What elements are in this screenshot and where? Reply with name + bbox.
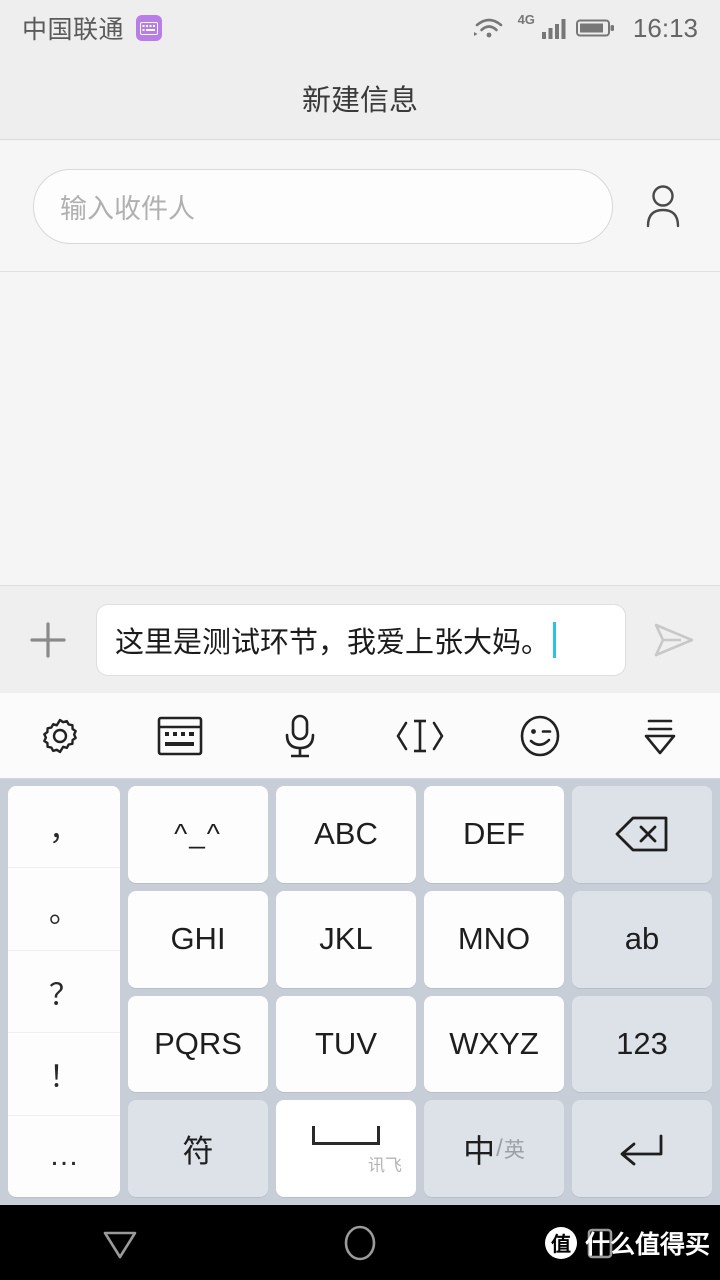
back-triangle-icon xyxy=(103,1231,137,1258)
space-bar-glyph xyxy=(312,1125,380,1145)
message-text: 这里是测试环节，我爱上张大妈。 xyxy=(115,626,551,659)
keyboard-badge-glyph xyxy=(140,21,159,35)
punct-key-period[interactable]: 。 xyxy=(8,868,120,951)
keypad-grid: ^_^ ABC DEF GHI JKL MNO ab PQRS TUV WXYZ… xyxy=(128,786,712,1197)
punct-key-comma[interactable]: ， xyxy=(8,786,120,869)
recipient-input[interactable]: 输入收件人 xyxy=(33,168,613,244)
message-thread-area xyxy=(0,272,720,585)
nav-home-button[interactable] xyxy=(240,1220,480,1266)
key-latin-mode[interactable]: ab xyxy=(572,890,712,988)
ime-emoji-button[interactable] xyxy=(480,713,600,759)
compose-bar: 这里是测试环节，我爱上张大妈。 xyxy=(0,585,720,693)
ime-toolbar xyxy=(0,693,720,779)
key-ghi[interactable]: GHI xyxy=(128,890,268,988)
status-icons: 4G 16:13 xyxy=(472,11,698,44)
message-input[interactable]: 这里是测试环节，我爱上张大妈。 xyxy=(96,603,626,676)
keyboard: ， 。 ？ ！ … ^_^ ABC DEF GHI JKL MNO ab PQR… xyxy=(0,779,720,1205)
key-kaomoji-label: ^_^ xyxy=(174,818,222,850)
key-language-main: 中 xyxy=(463,1132,496,1169)
contact-person-icon xyxy=(646,185,680,228)
title-bar: 新建信息 xyxy=(0,56,720,140)
send-paper-plane-icon xyxy=(654,623,694,656)
key-number-mode[interactable]: 123 xyxy=(572,995,712,1093)
key-wxyz[interactable]: WXYZ xyxy=(424,995,564,1093)
recipient-placeholder: 输入收件人 xyxy=(60,193,195,224)
settings-icon xyxy=(43,718,77,753)
emoji-icon xyxy=(520,715,560,756)
send-button[interactable] xyxy=(626,618,720,662)
carrier-label: 中国联通 xyxy=(22,16,125,44)
key-pqrs[interactable]: PQRS xyxy=(128,995,268,1093)
signal-bars-icon xyxy=(541,19,566,39)
ime-brand-label: 讯飞 xyxy=(368,1155,402,1175)
contact-picker-button[interactable] xyxy=(635,178,691,234)
page-title: 新建信息 xyxy=(301,84,418,117)
key-mno[interactable]: MNO xyxy=(424,890,564,988)
text-caret xyxy=(553,621,557,658)
key-tuv[interactable]: TUV xyxy=(276,995,416,1093)
keyboard-badge-icon xyxy=(136,15,163,41)
key-language-separator: / xyxy=(496,1134,503,1162)
ime-collapse-button[interactable] xyxy=(600,714,720,758)
enter-arrow-icon xyxy=(620,1134,663,1166)
key-abc[interactable]: ABC xyxy=(276,786,416,883)
key-kaomoji[interactable]: ^_^ xyxy=(128,786,268,883)
plus-icon xyxy=(30,621,66,658)
ime-settings-button[interactable] xyxy=(0,714,120,758)
watermark-text: 什么值得买 xyxy=(584,1230,710,1259)
key-language-toggle[interactable]: 中 / 英 xyxy=(424,1100,564,1197)
ime-keyboard-layout-button[interactable] xyxy=(120,716,240,756)
network-type-label: 4G xyxy=(517,11,535,27)
key-enter[interactable] xyxy=(572,1100,712,1197)
punct-key-ellipsis[interactable]: … xyxy=(8,1116,120,1197)
recipient-bar: 输入收件人 xyxy=(0,141,720,272)
punct-key-exclamation[interactable]: ！ xyxy=(8,1033,120,1116)
clock-label: 16:13 xyxy=(632,12,698,43)
key-symbols[interactable]: 符 xyxy=(128,1100,268,1197)
backspace-icon xyxy=(615,816,668,852)
key-backspace[interactable] xyxy=(572,786,712,883)
watermark-logo: 值 xyxy=(544,1226,577,1259)
attachment-add-button[interactable] xyxy=(0,617,96,663)
ime-cursor-move-button[interactable] xyxy=(360,715,480,757)
home-circle-icon xyxy=(344,1225,376,1260)
keyboard-layout-icon xyxy=(157,716,203,755)
microphone-icon xyxy=(285,714,315,757)
key-jkl[interactable]: JKL xyxy=(276,890,416,988)
nav-back-button[interactable] xyxy=(0,1221,240,1265)
collapse-keyboard-icon xyxy=(644,719,676,754)
watermark: 值 什么值得买 xyxy=(544,1225,710,1261)
wifi-icon xyxy=(473,18,502,38)
punctuation-column: ， 。 ？ ！ … xyxy=(8,786,120,1197)
key-def[interactable]: DEF xyxy=(424,786,564,883)
punct-key-question[interactable]: ？ xyxy=(8,951,120,1034)
phone-screen: 中国联通 4G 16:13 新建信息 输入收件人 这里是测试环节，我爱上张大妈。… xyxy=(0,0,720,1280)
battery-icon xyxy=(575,19,614,37)
status-bar: 中国联通 4G 16:13 xyxy=(0,0,720,56)
key-space[interactable]: 讯飞 xyxy=(276,1100,416,1197)
key-language-sub: 英 xyxy=(503,1138,525,1162)
cursor-move-icon xyxy=(396,719,444,752)
ime-voice-input-button[interactable] xyxy=(240,713,360,759)
navigation-bar: 值 什么值得买 xyxy=(0,1205,720,1280)
